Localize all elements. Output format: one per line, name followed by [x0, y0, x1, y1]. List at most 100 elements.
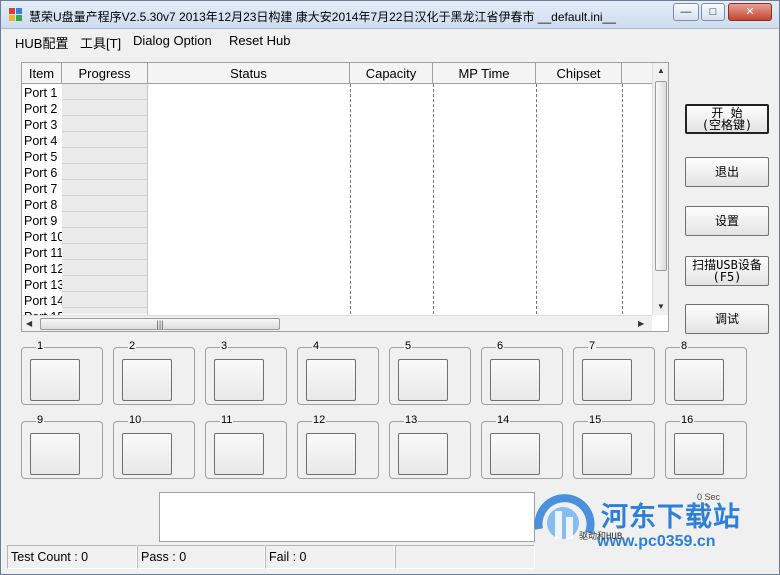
- debug-button[interactable]: 调试: [685, 304, 769, 334]
- column-header-mp-time[interactable]: MP Time: [433, 63, 536, 84]
- watermark-emblem-icon: [534, 494, 595, 539]
- scroll-thumb-horizontal[interactable]: |||: [40, 318, 280, 330]
- scroll-thumb[interactable]: [655, 81, 667, 271]
- progress-cell: [62, 260, 148, 276]
- settings-button-label: 设置: [714, 214, 739, 228]
- table-row[interactable]: Port 12: [24, 261, 62, 277]
- port-indicator[interactable]: [30, 359, 80, 401]
- progress-cell: [62, 84, 148, 100]
- port-slot-label: 9: [36, 414, 45, 426]
- port-indicator[interactable]: [582, 433, 632, 475]
- start-button[interactable]: 开 始 (空格键): [685, 104, 769, 134]
- port-slot-5: 5: [389, 340, 471, 405]
- table-row[interactable]: Port 5: [24, 149, 57, 165]
- port-slot-11: 11: [205, 414, 287, 479]
- column-header-item[interactable]: Item: [22, 63, 62, 84]
- vertical-scrollbar[interactable]: ▲ ▼: [652, 63, 668, 315]
- column-divider: [622, 84, 623, 314]
- test-count-status: Test Count : 0: [7, 545, 137, 569]
- minimize-icon[interactable]: —: [673, 3, 699, 21]
- progress-cell: [62, 148, 148, 164]
- port-indicator[interactable]: [306, 433, 356, 475]
- table-row[interactable]: Port 3: [24, 117, 57, 133]
- column-header-chipset[interactable]: Chipset: [536, 63, 622, 84]
- table-row[interactable]: Port 14: [24, 293, 62, 309]
- port-slot-16: 16: [665, 414, 747, 479]
- port-slot-10: 10: [113, 414, 195, 479]
- port-slot-label: 7: [588, 340, 597, 352]
- port-slot-label: 11: [220, 414, 234, 426]
- maximize-icon[interactable]: □: [701, 3, 725, 21]
- window-title: 慧荣U盘量产程序V2.5.30v7 2013年12月23日构建 康大安2014年…: [29, 10, 616, 24]
- port-slot-label: 5: [404, 340, 413, 352]
- port-indicator[interactable]: [674, 433, 724, 475]
- table-row[interactable]: Port 10: [24, 229, 62, 245]
- port-indicator[interactable]: [122, 433, 172, 475]
- table-row[interactable]: Port 7: [24, 181, 57, 197]
- table-row[interactable]: Port 2: [24, 101, 57, 117]
- progress-cell: [62, 244, 148, 260]
- scroll-up-icon[interactable]: ▲: [657, 66, 665, 75]
- port-slot-label: 13: [404, 414, 419, 426]
- close-icon[interactable]: ✕: [728, 3, 772, 21]
- port-indicator[interactable]: [122, 359, 172, 401]
- column-header-status[interactable]: Status: [148, 63, 350, 84]
- port-grid[interactable]: Item Progress Status Capacity MP Time Ch…: [21, 62, 669, 332]
- port-indicator[interactable]: [306, 359, 356, 401]
- table-row[interactable]: Port 13: [24, 277, 62, 293]
- menu-tools[interactable]: 工具[T]: [80, 33, 121, 52]
- port-indicator[interactable]: [490, 359, 540, 401]
- status-cell-empty: [395, 545, 535, 569]
- app-icon: [9, 8, 23, 22]
- horizontal-scrollbar[interactable]: ◀ ||| ▶: [22, 315, 652, 331]
- driver-hub-label: 驱动和HUB: [579, 532, 623, 542]
- scan-usb-button-hint: (F5): [712, 270, 742, 284]
- port-indicator[interactable]: [674, 359, 724, 401]
- port-indicator[interactable]: [214, 359, 264, 401]
- table-row[interactable]: Port 11: [24, 245, 62, 261]
- port-indicator[interactable]: [582, 359, 632, 401]
- progress-cell: [62, 292, 148, 308]
- port-slot-label: 16: [680, 414, 695, 426]
- title-bar[interactable]: 慧荣U盘量产程序V2.5.30v7 2013年12月23日构建 康大安2014年…: [1, 1, 779, 29]
- fail-status: Fail : 0: [265, 545, 395, 569]
- table-row[interactable]: Port 9: [24, 213, 57, 229]
- menu-hub-config[interactable]: HUB配置: [15, 33, 68, 52]
- column-divider: [350, 84, 351, 314]
- port-indicator[interactable]: [30, 433, 80, 475]
- scan-usb-button[interactable]: 扫描USB设备 (F5): [685, 256, 769, 286]
- port-slot-label: 8: [680, 340, 689, 352]
- menu-dialog-option[interactable]: Dialog Option: [133, 33, 212, 48]
- port-slot-14: 14: [481, 414, 563, 479]
- port-slot-label: 10: [128, 414, 143, 426]
- table-row[interactable]: Port 6: [24, 165, 57, 181]
- menu-reset-hub[interactable]: Reset Hub: [229, 33, 290, 48]
- scroll-down-icon[interactable]: ▼: [657, 302, 665, 311]
- table-row[interactable]: Port 8: [24, 197, 57, 213]
- port-slot-label: 12: [312, 414, 327, 426]
- port-indicator[interactable]: [398, 433, 448, 475]
- column-header-progress[interactable]: Progress: [62, 63, 148, 84]
- port-indicator[interactable]: [214, 433, 264, 475]
- port-slot-7: 7: [573, 340, 655, 405]
- port-indicator[interactable]: [398, 359, 448, 401]
- progress-cell: [62, 196, 148, 212]
- column-header-capacity[interactable]: Capacity: [350, 63, 433, 84]
- progress-cell: [62, 164, 148, 180]
- port-indicator[interactable]: [490, 433, 540, 475]
- table-row[interactable]: Port 1: [24, 85, 57, 101]
- exit-button[interactable]: 退出: [685, 157, 769, 187]
- column-divider: [433, 84, 434, 314]
- settings-button[interactable]: 设置: [685, 206, 769, 236]
- progress-cell: [62, 116, 148, 132]
- pass-status: Pass : 0: [137, 545, 265, 569]
- scroll-right-icon[interactable]: ▶: [638, 319, 644, 328]
- port-slot-1: 1: [21, 340, 103, 405]
- menu-bar: HUB配置 工具[T] Dialog Option Reset Hub: [1, 29, 779, 51]
- watermark-logo: 河东下载站 www.pc0359.cn: [531, 489, 780, 555]
- port-slot-label: 14: [496, 414, 511, 426]
- table-row[interactable]: Port 4: [24, 133, 57, 149]
- log-textbox[interactable]: [159, 492, 535, 542]
- scroll-left-icon[interactable]: ◀: [26, 319, 32, 328]
- port-slot-label: 1: [36, 340, 45, 352]
